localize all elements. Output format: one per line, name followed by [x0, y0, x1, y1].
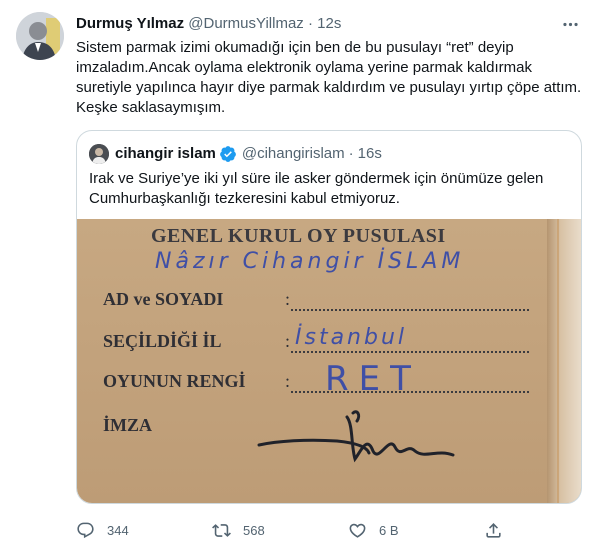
ballot-dots-name — [291, 309, 529, 311]
separator-dot: · — [307, 15, 313, 32]
ballot-colon-vote: : — [285, 371, 291, 391]
quoted-author-avatar — [89, 144, 109, 164]
tweet-time[interactable]: 12s — [317, 15, 341, 32]
ballot-handwritten-city: İstanbul — [295, 325, 408, 350]
quoted-tweet[interactable]: cihangir islam @cihangirislam · 16s Irak… — [76, 130, 582, 504]
quoted-separator-dot: · — [348, 145, 354, 162]
like-button[interactable]: 6 B — [348, 516, 399, 544]
quoted-tweet-time: 16s — [357, 145, 382, 162]
ballot-label-signature: İMZA — [103, 415, 152, 435]
ballot-dots-city — [291, 351, 529, 353]
ballot-colon-name: : — [285, 289, 291, 309]
quoted-tweet-text: Irak ve Suriye’ye iki yıl süre ile asker… — [89, 170, 544, 207]
ballot-label-city: SEÇİLDİĞİ İL — [103, 331, 222, 351]
quoted-author-name: cihangir islam — [115, 145, 216, 162]
reply-count: 344 — [107, 522, 129, 538]
tweet-text: Sistem parmak izimi okumadığı için ben d… — [76, 39, 582, 116]
tweet-action-bar: 344 568 6 B — [76, 516, 576, 544]
retweet-button[interactable]: 568 — [212, 516, 265, 544]
author-avatar[interactable] — [16, 12, 64, 60]
author-name[interactable]: Durmuş Yılmaz — [76, 15, 184, 32]
ballot-title: GENEL KURUL OY PUSULASI — [151, 225, 446, 247]
reply-icon — [77, 522, 94, 538]
quoted-tweet-image[interactable]: GENEL KURUL OY PUSULASI Nâzır Cihangir İ… — [77, 219, 581, 503]
tweet-header: Durmuş Yılmaz @DurmusYillmaz · 12s — [76, 14, 580, 34]
share-button[interactable] — [484, 516, 515, 544]
tweet: Durmuş Yılmaz @DurmusYillmaz · 12s Siste… — [0, 0, 596, 555]
ballot-paper-line — [557, 219, 559, 503]
share-icon — [486, 522, 501, 538]
ballot-label-vote: OYUNUN RENGİ — [103, 371, 246, 391]
like-count: 6 B — [379, 522, 399, 538]
more-horizontal-icon[interactable] — [558, 12, 582, 36]
verified-badge-icon — [219, 145, 237, 163]
ballot-handwritten-name: Nâzır Cihangir İSLAM — [155, 249, 465, 274]
ballot-colon-city: : — [285, 331, 291, 351]
quoted-tweet-header: cihangir islam @cihangirislam · 16s — [89, 144, 382, 164]
ballot-handwritten-vote: RET — [325, 359, 421, 399]
heart-icon — [349, 523, 366, 538]
retweet-icon — [212, 523, 231, 537]
ballot-label-name: AD ve SOYADI — [103, 289, 224, 309]
ballot-paper-edge — [547, 219, 581, 503]
retweet-count: 568 — [243, 522, 265, 538]
ballot-signature — [257, 410, 455, 463]
reply-button[interactable]: 344 — [76, 516, 129, 544]
quoted-author-handle: @cihangirislam — [241, 145, 345, 162]
author-handle[interactable]: @DurmusYillmaz — [188, 15, 304, 32]
